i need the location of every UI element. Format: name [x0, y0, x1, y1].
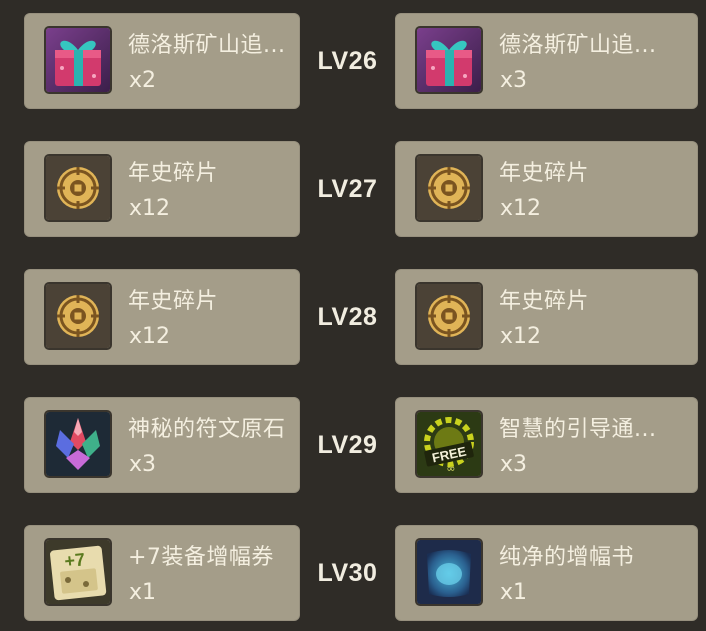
item-quantity: x1: [129, 580, 157, 605]
item-name: 年史碎片: [499, 161, 590, 186]
item-quantity: x1: [500, 580, 528, 605]
reward-card-left[interactable]: 神秘的符文原石 x3: [24, 397, 300, 493]
item-name: 年史碎片: [499, 289, 590, 314]
chronicle-coin-icon: [46, 156, 110, 220]
reward-card-left[interactable]: 德洛斯矿山追... x2: [24, 13, 300, 109]
chronicle-coin-icon: [417, 156, 481, 220]
item-quantity: x3: [129, 452, 157, 477]
chronicle-coin-icon: [417, 284, 481, 348]
reward-card-right[interactable]: 年史碎片 x12: [395, 141, 698, 237]
reward-row: 德洛斯矿山追... x2 德洛斯矿山追... x3 LV26: [0, 13, 706, 109]
reward-row: +7 +7装备增幅券 x1 纯净的增幅书 x1 LV30: [0, 525, 706, 621]
amplify-book-icon: [417, 540, 481, 604]
amplify-ticket-icon: +7: [46, 540, 110, 604]
item-quantity: x2: [129, 68, 157, 93]
level-label: LV29: [317, 430, 378, 459]
free-gear-ticket-icon: FREE ∞: [417, 412, 481, 476]
reward-row: 年史碎片 x12 年史碎片 x12 LV27: [0, 141, 706, 237]
chronicle-coin-icon: [46, 284, 110, 348]
reward-row: 年史碎片 x12 年史碎片 x12 LV28: [0, 269, 706, 365]
reward-card-right[interactable]: 纯净的增幅书 x1: [395, 525, 698, 621]
gift-box-icon: [46, 28, 110, 92]
item-quantity: x3: [500, 68, 528, 93]
rune-crystal-icon: [46, 412, 110, 476]
item-name: +7装备增幅券: [128, 545, 274, 570]
svg-text:∞: ∞: [446, 462, 455, 475]
reward-row: 神秘的符文原石 x3 FREE ∞ 智慧的引导通... x3 LV29: [0, 397, 706, 493]
item-name: 纯净的增幅书: [499, 545, 635, 570]
level-label: LV26: [317, 46, 378, 75]
item-quantity: x12: [129, 324, 171, 349]
item-name: 神秘的符文原石: [128, 417, 286, 442]
item-name: 德洛斯矿山追...: [128, 33, 286, 58]
item-quantity: x12: [500, 196, 542, 221]
reward-card-left[interactable]: +7 +7装备增幅券 x1: [24, 525, 300, 621]
item-name: 年史碎片: [128, 289, 219, 314]
reward-list: 德洛斯矿山追... x2 德洛斯矿山追... x3 LV26 年史碎片 x12: [0, 0, 706, 631]
reward-card-left[interactable]: 年史碎片 x12: [24, 269, 300, 365]
item-name: 智慧的引导通...: [499, 417, 657, 442]
item-quantity: x3: [500, 452, 528, 477]
level-label: LV28: [317, 302, 378, 331]
reward-card-right[interactable]: 德洛斯矿山追... x3: [395, 13, 698, 109]
plus7-label: +7: [64, 549, 87, 571]
item-quantity: x12: [500, 324, 542, 349]
item-name: 年史碎片: [128, 161, 219, 186]
item-quantity: x12: [129, 196, 171, 221]
reward-card-right[interactable]: 年史碎片 x12: [395, 269, 698, 365]
reward-card-right[interactable]: FREE ∞ 智慧的引导通... x3: [395, 397, 698, 493]
level-label: LV27: [317, 174, 378, 203]
reward-card-left[interactable]: 年史碎片 x12: [24, 141, 300, 237]
item-name: 德洛斯矿山追...: [499, 33, 657, 58]
level-label: LV30: [317, 558, 378, 587]
gift-box-icon: [417, 28, 481, 92]
